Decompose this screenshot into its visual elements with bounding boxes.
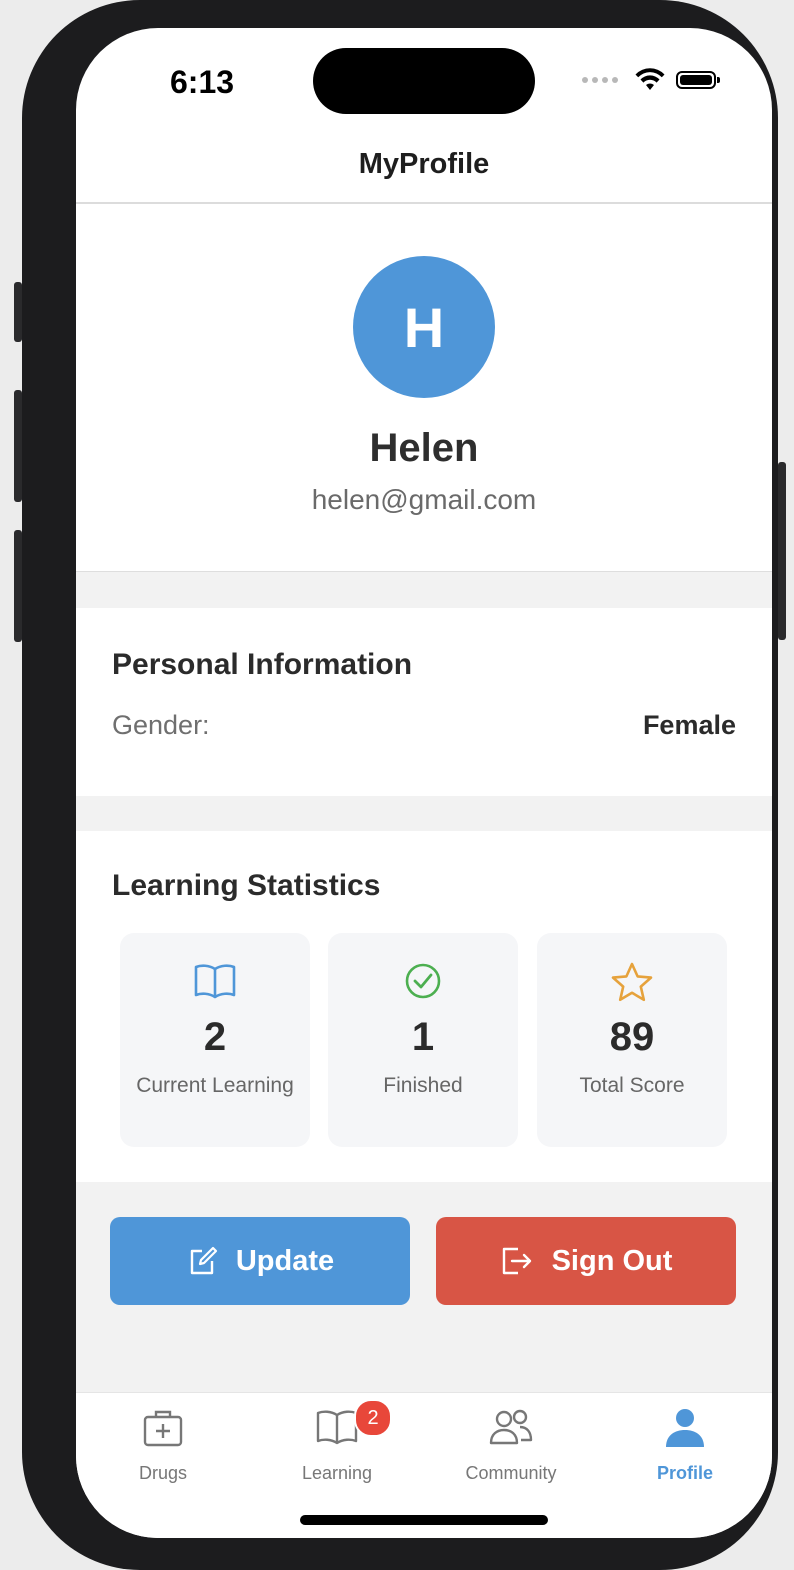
gender-label: Gender: bbox=[112, 710, 210, 740]
star-icon bbox=[537, 961, 727, 1003]
stat-label: Finished bbox=[383, 1074, 463, 1097]
tab-label: Profile bbox=[656, 1463, 713, 1483]
book-icon bbox=[250, 1407, 424, 1447]
stat-label: Current Learning bbox=[136, 1074, 294, 1097]
stat-value: 2 bbox=[203, 1015, 227, 1059]
personal-information-section: Personal Information Gender: Female bbox=[76, 608, 772, 796]
sign-out-button[interactable]: Sign Out bbox=[436, 1217, 736, 1305]
action-area: Update Sign Out bbox=[76, 1182, 772, 1392]
stat-card-finished[interactable]: 1 Finished bbox=[328, 933, 518, 1147]
section-spacer bbox=[76, 571, 772, 609]
status-icons bbox=[582, 68, 720, 92]
app-screen: 6:13 MyProfile H Helen helen@gmail.com P… bbox=[76, 28, 772, 1538]
volume-up-button bbox=[14, 390, 22, 502]
volume-down-button bbox=[14, 530, 22, 642]
sign-out-button-label: Sign Out bbox=[551, 1244, 673, 1277]
wifi-icon bbox=[635, 68, 665, 90]
notification-badge: 2 bbox=[354, 1399, 392, 1437]
stat-card-current-learning[interactable]: 2 Current Learning bbox=[120, 933, 310, 1147]
device-frame: 6:13 MyProfile H Helen helen@gmail.com P… bbox=[14, 0, 786, 1570]
power-button bbox=[778, 462, 786, 640]
tab-bar: Drugs 2 Learning Community Profile bbox=[76, 1392, 772, 1538]
tab-label: Drugs bbox=[138, 1463, 187, 1483]
avatar: H bbox=[353, 256, 495, 398]
user-email: helen@gmail.com bbox=[311, 484, 537, 515]
stat-label: Total Score bbox=[579, 1074, 685, 1097]
tab-learning[interactable]: 2 Learning bbox=[250, 1399, 424, 1493]
tab-drugs[interactable]: Drugs bbox=[76, 1403, 250, 1493]
section-title: Learning Statistics bbox=[112, 869, 381, 902]
mute-switch bbox=[14, 282, 22, 342]
book-icon bbox=[120, 961, 310, 1001]
battery-icon bbox=[676, 71, 720, 89]
page-title: MyProfile bbox=[358, 148, 490, 180]
status-time: 6:13 bbox=[170, 64, 235, 100]
dynamic-island bbox=[313, 48, 535, 114]
check-circle-icon bbox=[328, 961, 518, 1001]
section-title: Personal Information bbox=[112, 648, 413, 681]
stat-value: 1 bbox=[411, 1015, 435, 1059]
learning-statistics-section: Learning Statistics 2 Current Learning 1… bbox=[76, 831, 772, 1182]
edit-icon bbox=[190, 1246, 217, 1275]
people-icon bbox=[424, 1407, 598, 1447]
person-icon bbox=[598, 1407, 772, 1449]
medical-kit-icon bbox=[76, 1407, 250, 1449]
update-button-label: Update bbox=[235, 1244, 335, 1277]
cellular-signal-icon bbox=[582, 77, 618, 83]
logout-icon bbox=[502, 1247, 531, 1275]
stat-value: 89 bbox=[609, 1015, 655, 1059]
stat-card-total-score[interactable]: 89 Total Score bbox=[537, 933, 727, 1147]
home-indicator bbox=[300, 1515, 548, 1525]
tab-label: Learning bbox=[301, 1463, 373, 1483]
tab-community[interactable]: Community bbox=[424, 1403, 598, 1493]
gender-value: Female bbox=[642, 710, 736, 740]
tab-profile[interactable]: Profile bbox=[598, 1403, 772, 1493]
profile-card: H Helen helen@gmail.com bbox=[76, 204, 772, 572]
tab-label: Community bbox=[465, 1463, 557, 1483]
user-name: Helen bbox=[369, 426, 479, 470]
section-spacer bbox=[76, 796, 772, 831]
update-button[interactable]: Update bbox=[110, 1217, 410, 1305]
